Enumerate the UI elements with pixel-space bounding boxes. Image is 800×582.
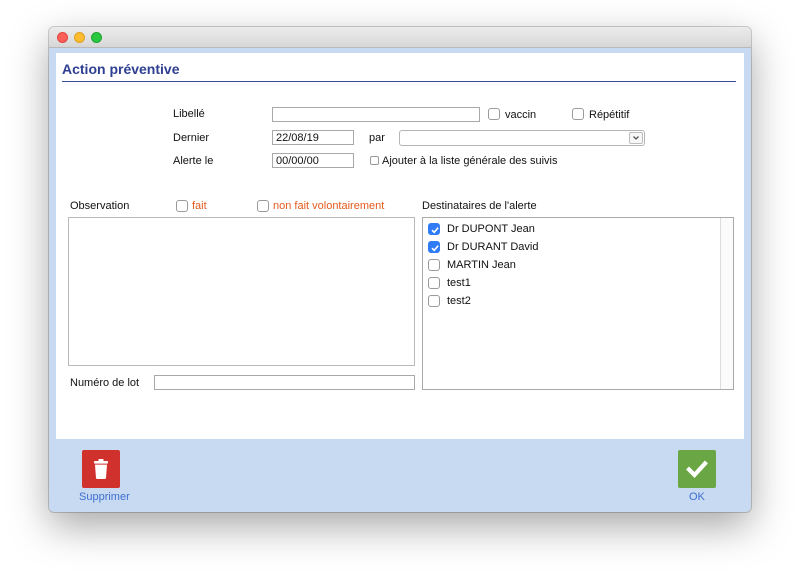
par-label: par [369, 132, 385, 144]
numero-lot-label: Numéro de lot [70, 377, 140, 389]
destinataires-label: Destinataires de l'alerte [422, 200, 537, 212]
dialog-title: Action préventive [62, 61, 180, 77]
recipient-name: test1 [447, 277, 471, 289]
observation-label: Observation [70, 200, 130, 212]
fait-label: fait [192, 200, 207, 212]
observation-textarea[interactable] [68, 217, 415, 366]
list-item-recipient[interactable]: test2 [423, 293, 713, 311]
recipient-checkbox[interactable] [428, 223, 440, 235]
ok-button[interactable] [678, 450, 716, 488]
ok-button-label[interactable]: OK [689, 491, 705, 503]
list-item-recipient[interactable]: test1 [423, 275, 713, 293]
par-select[interactable] [399, 130, 645, 146]
non-fait-volontairement-label: non fait volontairement [273, 200, 385, 212]
recipient-name: test2 [447, 295, 471, 307]
list-item-recipient[interactable]: Dr DURANT David [423, 239, 713, 257]
repetitif-checkbox[interactable] [572, 108, 584, 120]
recipients-list[interactable]: Dr DUPONT Jean Dr DURANT David MARTIN Je… [422, 217, 734, 390]
title-bar [49, 27, 751, 48]
dernier-date-input[interactable] [272, 130, 354, 145]
numero-lot-input[interactable] [154, 375, 415, 390]
form-panel: Action préventive Libellé vaccin Répétit… [56, 53, 744, 439]
libelle-input[interactable] [272, 107, 480, 122]
alerte-date-input[interactable] [272, 153, 354, 168]
dialog-window: Action préventive Libellé vaccin Répétit… [49, 27, 751, 512]
recipient-name: MARTIN Jean [447, 259, 516, 271]
ajouter-suivis-checkbox[interactable] [370, 156, 379, 165]
libelle-label: Libellé [173, 108, 205, 120]
list-item-recipient[interactable]: Dr DUPONT Jean [423, 221, 713, 239]
repetitif-label: Répétitif [589, 109, 630, 121]
zoom-window-button[interactable] [91, 32, 102, 43]
chevron-down-icon [629, 132, 643, 144]
recipients-scrollbar[interactable] [720, 218, 733, 389]
vaccin-checkbox[interactable] [488, 108, 500, 120]
title-divider [62, 81, 736, 82]
delete-button-label[interactable]: Supprimer [79, 491, 130, 503]
recipient-checkbox[interactable] [428, 241, 440, 253]
non-fait-volontairement-checkbox[interactable] [257, 200, 269, 212]
trash-icon [94, 459, 108, 479]
recipient-checkbox[interactable] [428, 295, 440, 307]
minimize-window-button[interactable] [74, 32, 85, 43]
fait-checkbox[interactable] [176, 200, 188, 212]
list-item-recipient[interactable]: MARTIN Jean [423, 257, 713, 275]
recipient-name: Dr DUPONT Jean [447, 223, 535, 235]
recipient-checkbox[interactable] [428, 277, 440, 289]
delete-button[interactable] [82, 450, 120, 488]
vaccin-label: vaccin [505, 109, 537, 121]
recipient-checkbox[interactable] [428, 259, 440, 271]
ajouter-suivis-label: Ajouter à la liste générale des suivis [382, 155, 558, 167]
alerte-label: Alerte le [173, 155, 214, 167]
close-window-button[interactable] [57, 32, 68, 43]
dernier-label: Dernier [173, 132, 210, 144]
checkmark-icon [686, 460, 708, 479]
recipient-name: Dr DURANT David [447, 241, 539, 253]
